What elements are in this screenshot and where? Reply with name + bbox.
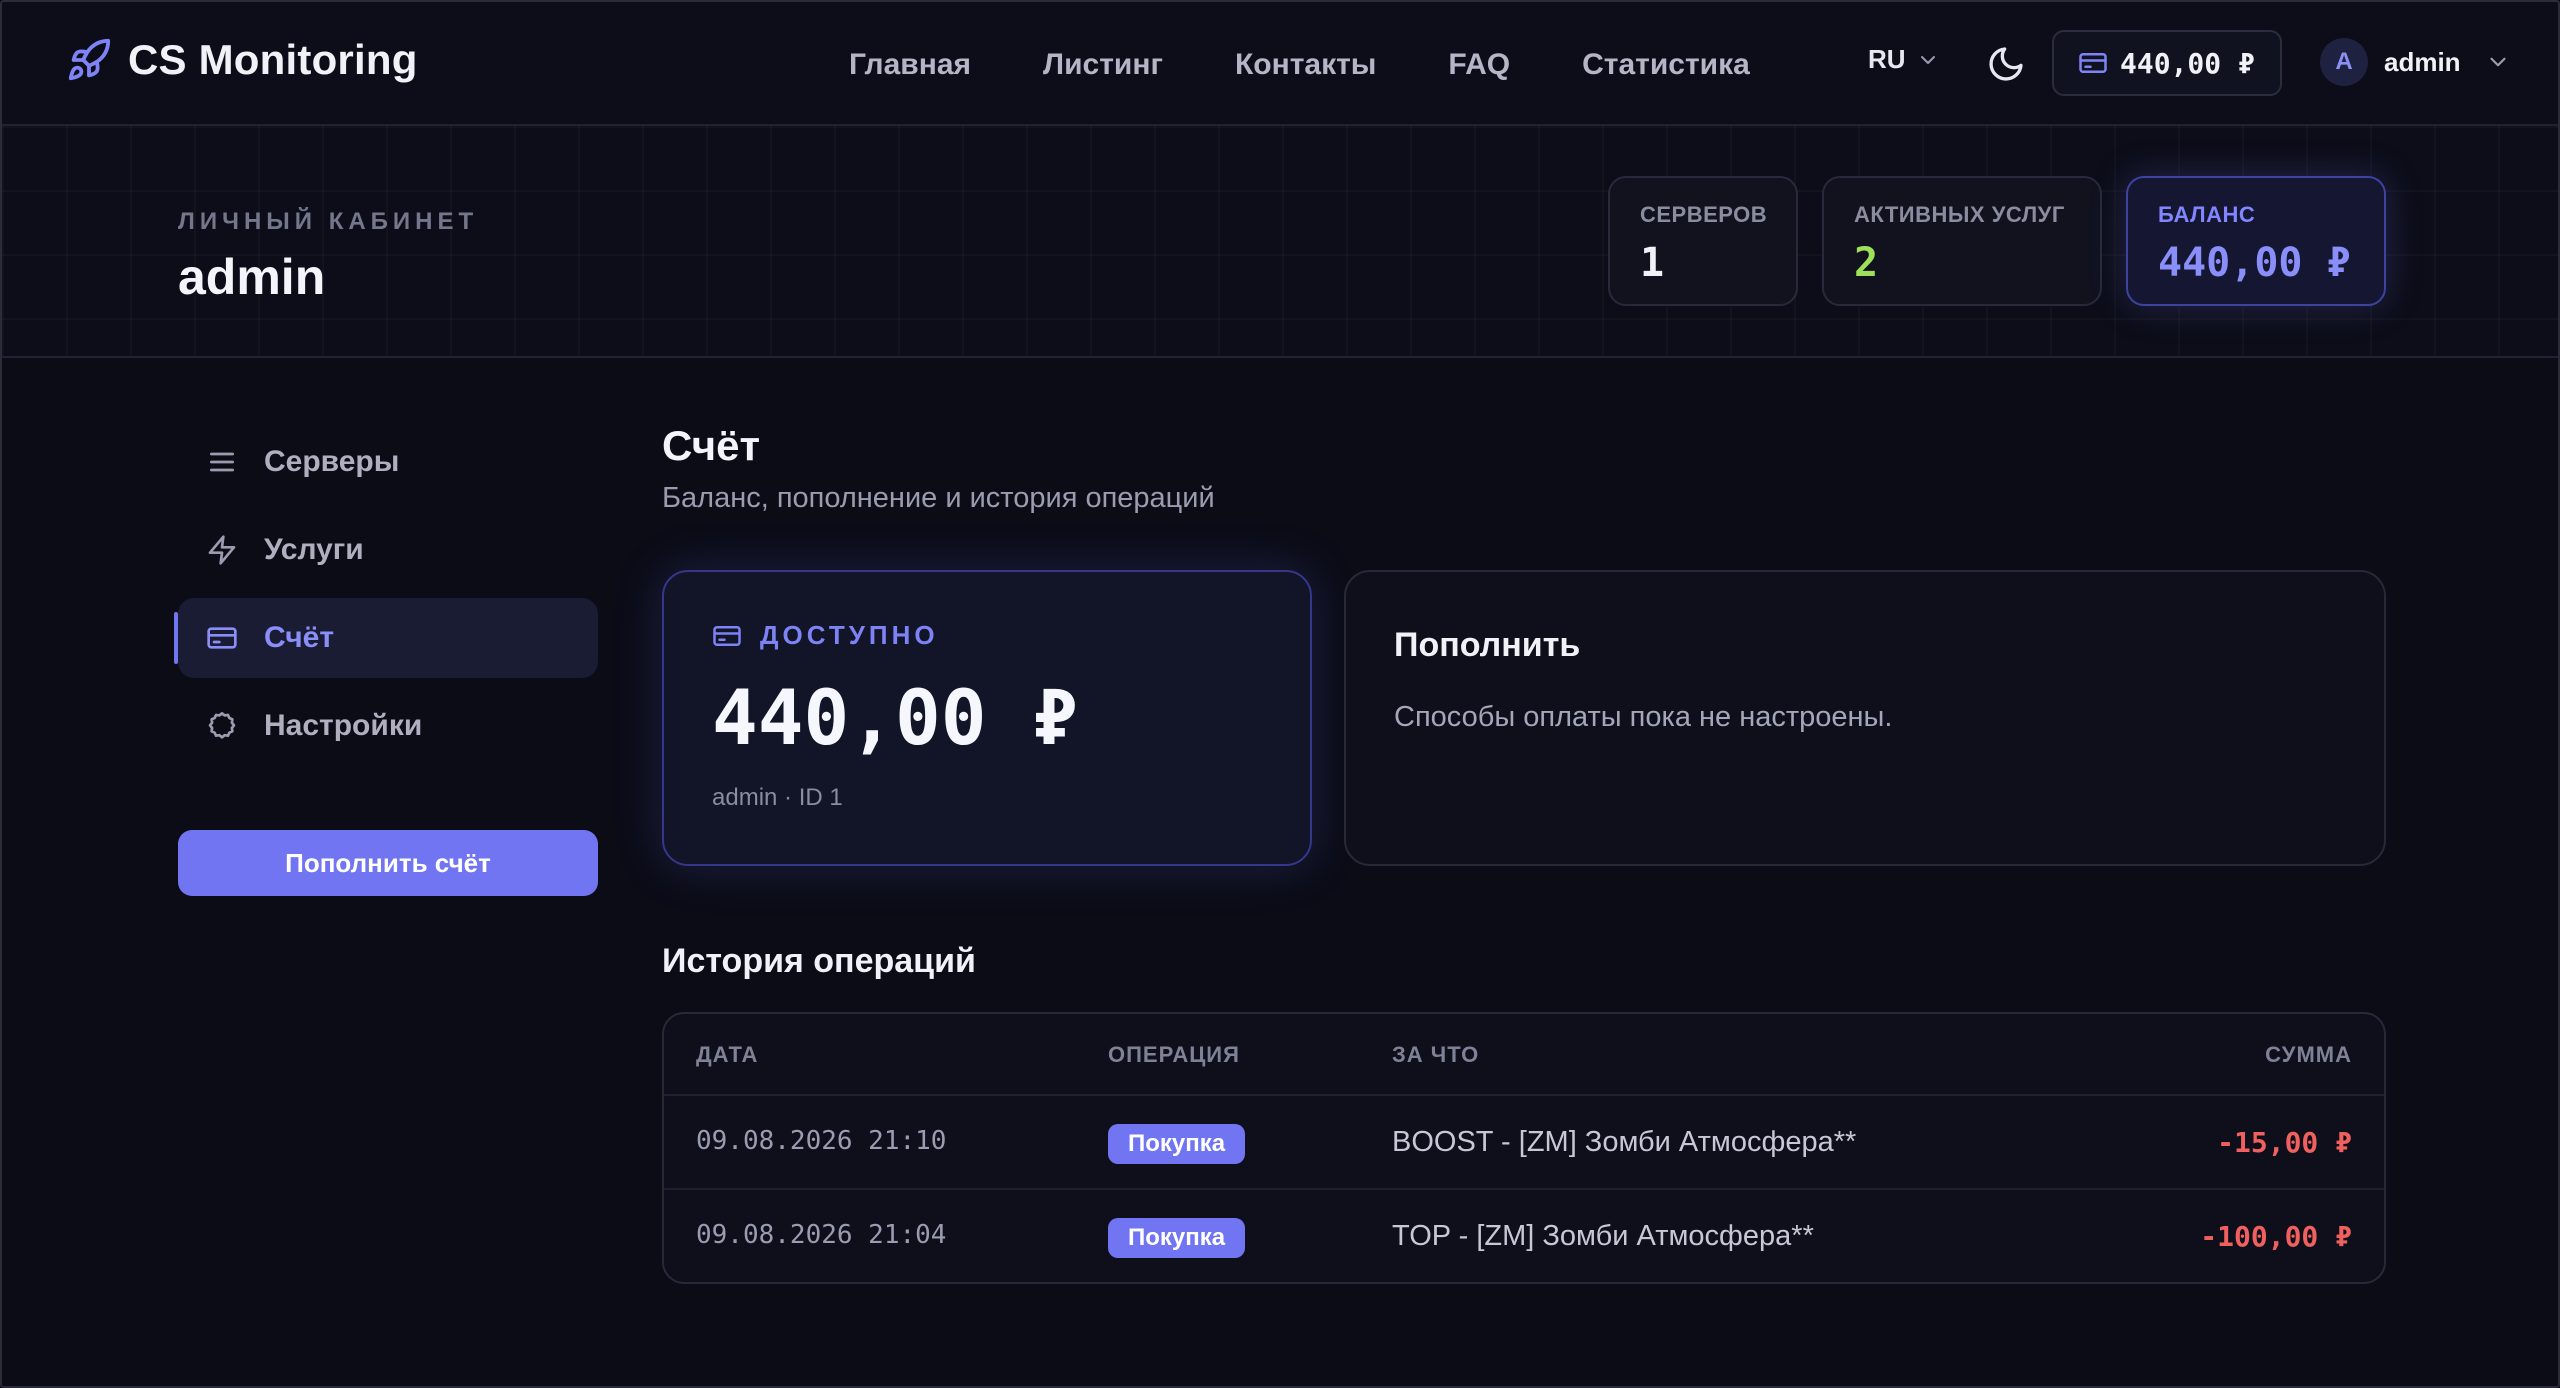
stat-balance: БАЛАНС 440,00 ₽	[2126, 176, 2386, 306]
row-amount: -15,00 ₽	[2217, 1126, 2352, 1159]
stat-label: БАЛАНС	[2158, 202, 2256, 227]
chevron-down-icon	[2489, 57, 2506, 67]
stat-active-services: АКТИВНЫХ УСЛУГ 2	[1822, 176, 2102, 306]
rocket-icon	[68, 38, 111, 81]
nav-link-contacts[interactable]: Контакты	[1235, 42, 1376, 88]
available-amount: 440,00 ₽	[712, 673, 1079, 762]
sidebar-item-label: Серверы	[264, 445, 400, 478]
column-header-amount: СУММА	[2265, 1042, 2352, 1067]
cabinet-header: ЛИЧНЫЙ КАБИНЕТ admin СЕРВЕРОВ 1 АКТИВНЫХ…	[2, 126, 2558, 358]
sidebar-item-account[interactable]: Счёт	[174, 598, 598, 678]
table-row: 09.08.2026 21:10 Покупка BOOST - [ZM] Зо…	[664, 1096, 2384, 1190]
row-amount: -100,00 ₽	[2200, 1220, 2352, 1253]
stat-label: СЕРВЕРОВ	[1640, 202, 1768, 227]
row-date: 09.08.2026 21:10	[696, 1126, 947, 1156]
user-menu[interactable]: A admin	[2320, 38, 2511, 86]
sidebar: Серверы Услуги Счёт Настройки Пополнить …	[174, 422, 598, 896]
card-icon	[713, 625, 741, 646]
sidebar-item-services[interactable]: Услуги	[178, 510, 598, 590]
nav-link-listing[interactable]: Листинг	[1043, 42, 1163, 88]
avatar: A	[2320, 38, 2368, 86]
stat-value: 1	[1640, 240, 1665, 286]
user-name: admin	[2384, 46, 2461, 77]
main-nav: Главная Листинг Контакты FAQ Статистика	[849, 42, 1750, 88]
balance-pill-amount: 440,00 ₽	[2120, 46, 2255, 80]
cabinet-label: ЛИЧНЫЙ КАБИНЕТ	[178, 208, 479, 235]
history-title: История операций	[662, 942, 976, 980]
bolt-icon	[208, 535, 236, 565]
moon-icon[interactable]	[1986, 44, 2026, 84]
sidebar-item-settings[interactable]: Настройки	[178, 686, 598, 766]
operation-badge: Покупка	[1108, 1218, 1246, 1258]
brand-name: CS Monitoring	[128, 36, 418, 83]
column-header-date: ДАТА	[696, 1042, 759, 1067]
row-description: TOP - [ZM] Зомби Атмосфера**	[1392, 1220, 1814, 1252]
app-window: CS Monitoring Главная Листинг Контакты F…	[0, 0, 2560, 1388]
topup-text: Способы оплаты пока не настроены.	[1394, 701, 1893, 733]
available-header: ДОСТУПНО	[712, 620, 1262, 651]
sidebar-item-label: Счёт	[264, 621, 335, 654]
history-table: ДАТА ОПЕРАЦИЯ ЗА ЧТО СУММА 09.08.2026 21…	[662, 1012, 2386, 1284]
sidebar-item-label: Настройки	[264, 709, 423, 742]
column-header-operation: ОПЕРАЦИЯ	[1108, 1042, 1240, 1067]
card-icon	[207, 627, 237, 649]
operation-badge: Покупка	[1108, 1124, 1246, 1164]
available-meta: admin · ID 1	[712, 784, 843, 811]
table-header: ДАТА ОПЕРАЦИЯ ЗА ЧТО СУММА	[664, 1014, 2384, 1096]
brand-logo[interactable]: CS Monitoring	[66, 36, 418, 84]
row-description: BOOST - [ZM] Зомби Атмосфера**	[1392, 1126, 1857, 1158]
topup-card: Пополнить Способы оплаты пока не настрое…	[1344, 570, 2386, 866]
stat-value: 2	[1854, 240, 1879, 286]
column-header-purpose: ЗА ЧТО	[1392, 1042, 1480, 1067]
stat-servers: СЕРВЕРОВ 1	[1608, 176, 1798, 306]
stat-value: 440,00 ₽	[2158, 240, 2351, 286]
nav-link-home[interactable]: Главная	[849, 42, 971, 88]
available-label: ДОСТУПНО	[760, 620, 939, 650]
available-balance-card: ДОСТУПНО 440,00 ₽ admin · ID 1	[662, 570, 1312, 866]
gear-icon	[208, 712, 236, 739]
topup-account-button[interactable]: Пополнить счёт	[178, 830, 598, 896]
topup-title: Пополнить	[1394, 626, 1581, 664]
nav-link-stats[interactable]: Статистика	[1582, 42, 1750, 88]
row-date: 09.08.2026 21:04	[696, 1220, 947, 1250]
sidebar-item-servers[interactable]: Серверы	[178, 422, 598, 502]
top-navbar: CS Monitoring Главная Листинг Контакты F…	[2, 2, 2558, 126]
cabinet-username: admin	[178, 249, 326, 305]
list-icon	[210, 452, 234, 472]
page-subtitle: Баланс, пополнение и история операций	[662, 482, 1215, 514]
table-row: 09.08.2026 21:04 Покупка TOP - [ZM] Зомб…	[664, 1190, 2384, 1282]
sidebar-item-label: Услуги	[264, 533, 364, 566]
card-icon	[2079, 53, 2107, 73]
chevron-down-icon	[1920, 55, 1935, 64]
language-label: RU	[1868, 44, 1906, 74]
nav-link-faq[interactable]: FAQ	[1448, 42, 1510, 88]
stat-label: АКТИВНЫХ УСЛУГ	[1854, 202, 2065, 227]
language-selector[interactable]: RU	[1868, 44, 1940, 75]
balance-pill[interactable]: 440,00 ₽	[2052, 30, 2282, 96]
page-title: Счёт	[662, 422, 761, 469]
